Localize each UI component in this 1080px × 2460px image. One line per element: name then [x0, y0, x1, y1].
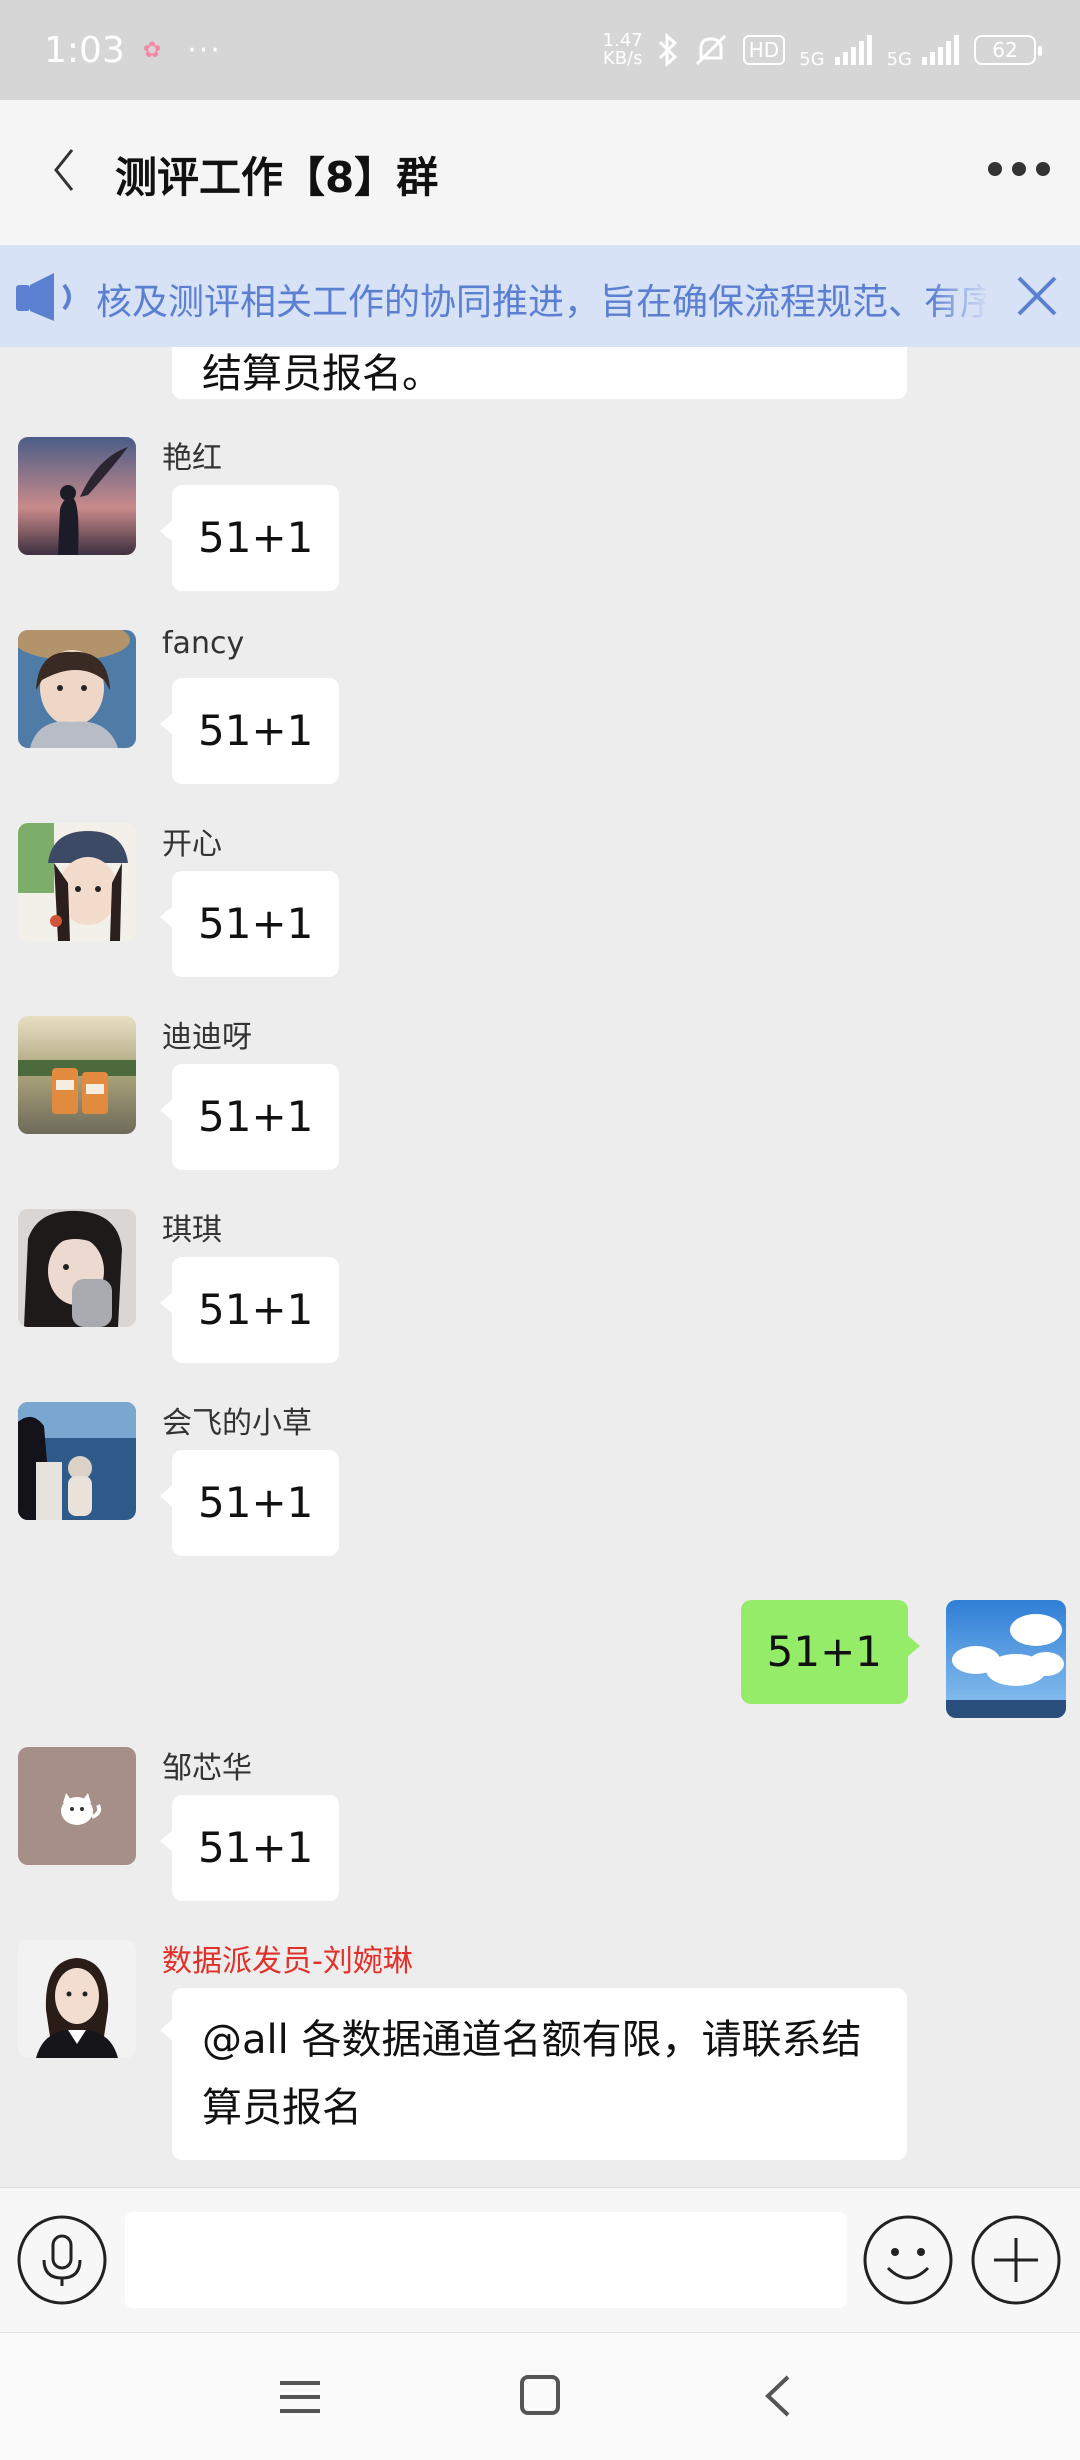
- sender-name: 艳红: [162, 441, 222, 476]
- message-item: 会飞的小草 51+1: [0, 1402, 1080, 1562]
- message-bubble[interactable]: @all 各数据通道名额有限，请联系结算员报名: [160, 1988, 907, 2160]
- battery-icon: 62: [974, 35, 1042, 65]
- mute-bell-icon: [693, 32, 729, 68]
- menu-icon[interactable]: [280, 2377, 320, 2421]
- status-icons: 1.47 KB/s HD 5G 5G 62: [603, 31, 1042, 70]
- self-avatar[interactable]: [946, 1600, 1066, 1718]
- sender-name: 迪迪呀: [162, 1020, 252, 1055]
- message-bubble[interactable]: 51+1: [159, 1064, 340, 1170]
- bluetooth-icon: [657, 33, 679, 67]
- message-item: 数据派发员-刘婉琳 @all 各数据通道名额有限，请联系结算员报名: [0, 1940, 1080, 2180]
- sender-name-admin: 数据派发员-刘婉琳: [162, 1944, 413, 1979]
- sender-name: 开心: [162, 827, 222, 862]
- message-item: 开心 51+1: [0, 823, 1080, 983]
- signal-icon: [833, 35, 873, 65]
- message-item: 邹芯华 51+1: [0, 1747, 1080, 1907]
- status-time: 1:03: [44, 29, 125, 71]
- message-bubble[interactable]: 51+1: [159, 678, 340, 784]
- avatar[interactable]: [18, 823, 136, 941]
- message-item: 迪迪呀 51+1: [0, 1016, 1080, 1176]
- page-title: 测评工作【8】群: [115, 153, 439, 202]
- message-list[interactable]: 结算员报名。 艳红 51+1 fancy 51+1 开心 51+1 迪迪呀 51…: [0, 347, 1080, 2187]
- message-input[interactable]: [125, 2212, 847, 2308]
- message-item: fancy 51+1: [0, 626, 1080, 790]
- system-navigation: [0, 2332, 1080, 2460]
- sender-name: fancy: [162, 626, 245, 661]
- self-message-bubble[interactable]: 51+1: [740, 1600, 921, 1704]
- message-item: 结算员报名。: [0, 347, 1080, 399]
- avatar[interactable]: [18, 437, 136, 555]
- message-bubble[interactable]: 51+1: [159, 1257, 340, 1363]
- announcement-text: 核及测评相关工作的协同推进，旨在确保流程规范、有序: [96, 282, 986, 323]
- sender-name: 会飞的小草: [162, 1406, 312, 1441]
- more-dots-icon[interactable]: [988, 162, 1050, 176]
- avatar[interactable]: [18, 1016, 136, 1134]
- net-type-2: 5G: [886, 48, 912, 70]
- signal-icon-2: [920, 35, 960, 65]
- message-bubble[interactable]: 结算员报名。: [172, 347, 907, 399]
- message-bubble[interactable]: 51+1: [159, 485, 340, 591]
- avatar[interactable]: [18, 1747, 136, 1865]
- avatar[interactable]: [18, 1940, 136, 2058]
- net-speed: 1.47 KB/s: [603, 32, 643, 68]
- plus-icon[interactable]: [970, 2214, 1062, 2310]
- chat-header: 测评工作【8】群: [0, 100, 1080, 245]
- microphone-icon[interactable]: [16, 2214, 108, 2310]
- message-item: 艳红 51+1: [0, 437, 1080, 597]
- notification-icon: ✿: [142, 37, 162, 63]
- back-triangle-icon[interactable]: [760, 2373, 796, 2423]
- input-bar: [0, 2187, 1080, 2332]
- message-bubble[interactable]: 51+1: [159, 871, 340, 977]
- emoji-icon[interactable]: [862, 2214, 954, 2310]
- self-message-item: 51+1: [0, 1600, 1080, 1724]
- avatar[interactable]: [18, 1209, 136, 1327]
- speaker-icon: [14, 269, 82, 329]
- sender-name: 琪琪: [162, 1213, 222, 1248]
- status-more: ···: [187, 32, 222, 68]
- chevron-left-icon[interactable]: [50, 146, 78, 198]
- sender-name: 邹芯华: [162, 1751, 252, 1786]
- close-icon[interactable]: [1016, 275, 1058, 321]
- message-item: 琪琪 51+1: [0, 1209, 1080, 1369]
- announcement-banner[interactable]: 核及测评相关工作的协同推进，旨在确保流程规范、有序: [0, 245, 1080, 347]
- home-icon[interactable]: [518, 2373, 562, 2421]
- avatar[interactable]: [18, 1402, 136, 1520]
- message-bubble[interactable]: 51+1: [159, 1795, 340, 1901]
- net-speed-unit: KB/s: [602, 48, 643, 69]
- net-type-1: 5G: [799, 48, 825, 70]
- message-bubble[interactable]: 51+1: [159, 1450, 340, 1556]
- status-bar: 1:03 ✿ ··· 1.47 KB/s HD 5G 5G 62: [0, 0, 1080, 100]
- announcement-fade: [930, 265, 990, 325]
- avatar[interactable]: [18, 630, 136, 748]
- message-text: 结算员报名。: [202, 351, 442, 397]
- hd-badge: HD: [742, 35, 786, 65]
